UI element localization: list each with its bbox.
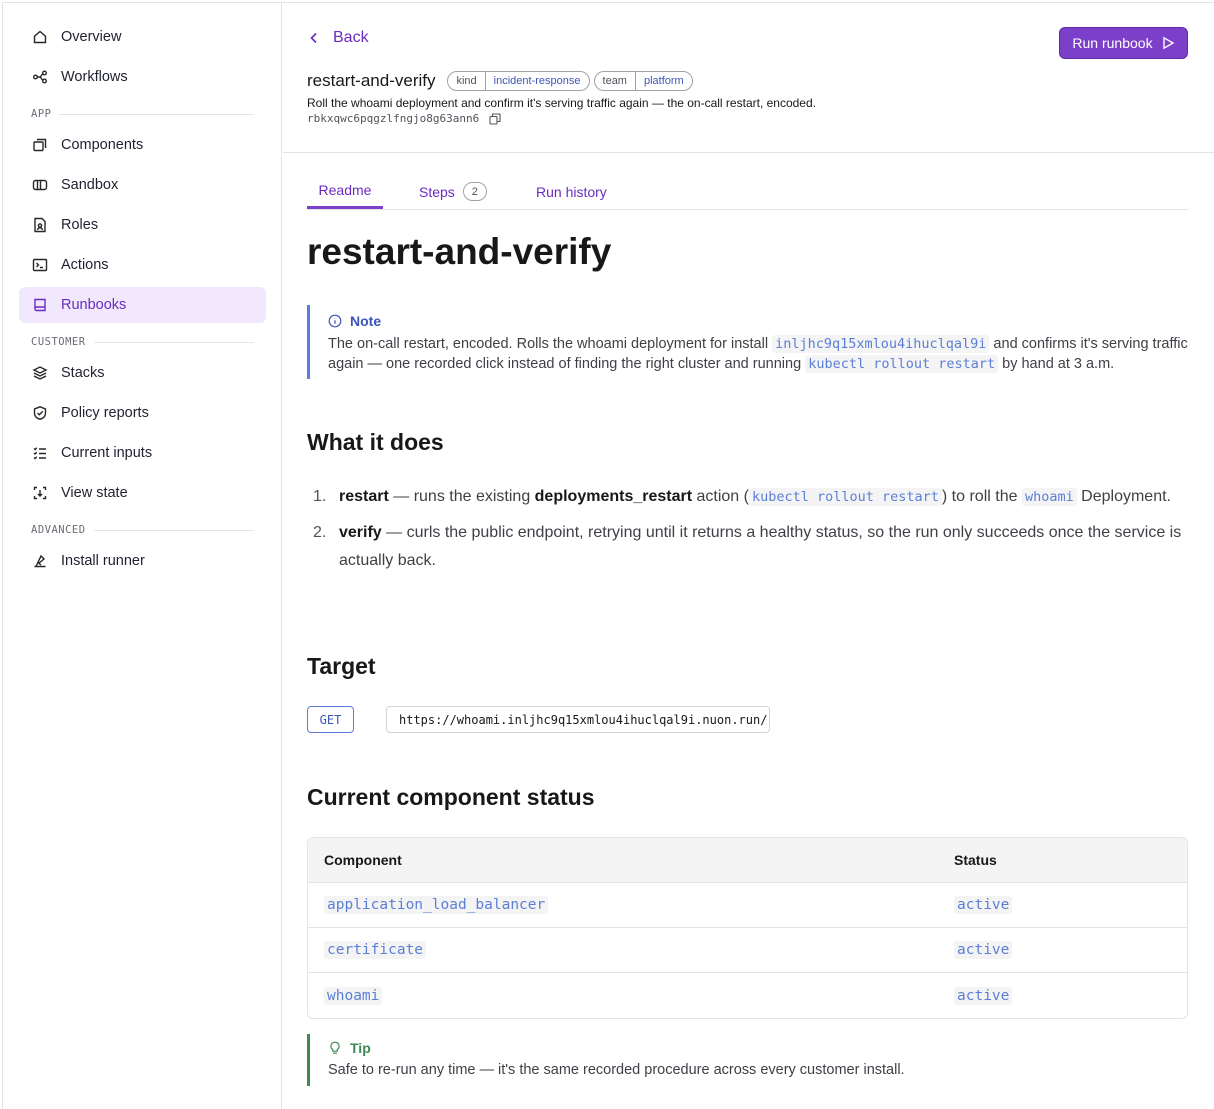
back-link[interactable]: Back (307, 29, 369, 47)
section-label-customer: CUSTOMER (31, 335, 254, 349)
readme-title: restart-and-verify (307, 231, 612, 272)
sandbox-icon (32, 177, 48, 193)
tab-readme[interactable]: Readme (307, 173, 383, 209)
target-url: https://whoami.inljhc9q15xmlou4ihuclqal9… (386, 706, 770, 733)
sidebar-item-label: Current inputs (61, 445, 153, 461)
sidebar-item-runbooks[interactable]: Runbooks (19, 287, 266, 323)
sidebar-item-current-inputs[interactable]: Current inputs (19, 435, 266, 471)
main-content: Back restart-and-verify kind incident-res… (283, 3, 1214, 1109)
section-label-app: APP (31, 107, 254, 121)
sidebar-item-label: Workflows (61, 69, 128, 85)
sidebar-item-stacks[interactable]: Stacks (19, 355, 266, 391)
table-row: application_load_balancer active (308, 883, 1187, 928)
sidebar-item-actions[interactable]: Actions (19, 247, 266, 283)
sidebar-item-label: Actions (61, 257, 109, 273)
note-callout: Note The on-call restart, encoded. Rolls… (307, 305, 1188, 379)
sidebar-item-label: Runbooks (61, 297, 127, 313)
shield-check-icon (32, 405, 48, 421)
status-value: active (954, 896, 1013, 914)
tab-run-history[interactable]: Run history (536, 173, 607, 210)
book-icon (32, 297, 48, 313)
terminal-icon (32, 257, 48, 273)
sidebar: Overview Workflows APP Components Sandbo… (3, 3, 282, 1109)
tab-bar: Readme Steps 2 Run history (307, 173, 1188, 210)
tag-team: team platform (593, 71, 693, 91)
steps-count-badge: 2 (462, 182, 487, 201)
lightbulb-icon (330, 1041, 340, 1054)
runbook-description: Roll the whoami deployment and confirm i… (307, 96, 816, 110)
note-text: The on-call restart, encoded. Rolls the … (328, 335, 1188, 373)
sidebar-item-label: Roles (61, 217, 99, 233)
runner-icon (32, 553, 48, 569)
sidebar-item-sandbox[interactable]: Sandbox (19, 167, 266, 203)
install-id-code: inljhc9q15xmlou4ihuclqal9i (772, 335, 990, 353)
sidebar-item-policy-reports[interactable]: Policy reports (19, 395, 266, 431)
sidebar-item-workflows[interactable]: Workflows (19, 59, 266, 95)
note-label: Note (350, 313, 382, 329)
component-name: certificate (324, 941, 427, 959)
copy-icon[interactable] (489, 112, 501, 125)
status-value: active (954, 986, 1013, 1005)
back-label: Back (333, 29, 369, 46)
target-code: whoami (1021, 488, 1077, 506)
chevron-left-icon (310, 32, 317, 44)
run-runbook-button[interactable]: Run runbook (1059, 27, 1188, 59)
workflow-icon (32, 69, 48, 85)
sidebar-item-label: Install runner (61, 553, 145, 569)
tab-steps[interactable]: Steps 2 (419, 173, 487, 210)
sidebar-item-install-runner[interactable]: Install runner (19, 543, 266, 579)
runbook-header: Back restart-and-verify kind incident-res… (283, 3, 1214, 153)
sidebar-item-view-state[interactable]: View state (19, 475, 266, 511)
play-icon (1162, 36, 1174, 50)
tip-text: Safe to re-run any time — it's the same … (328, 1062, 905, 1078)
section-label-advanced: ADVANCED (31, 523, 254, 537)
command-code: kubectl rollout restart (748, 488, 942, 506)
steps-list: 1. restart — runs the existing deploymen… (313, 483, 1193, 583)
component-status-table: Component Status application_load_balanc… (307, 837, 1188, 1019)
sidebar-item-roles[interactable]: Roles (19, 207, 266, 243)
table-header: Component Status (308, 838, 1187, 883)
sidebar-item-label: Sandbox (61, 177, 119, 193)
runbook-title: restart-and-verify (307, 71, 436, 90)
list-check-icon (32, 445, 48, 461)
title-row: restart-and-verify kind incident-response… (307, 71, 697, 91)
table-row: whoami active (308, 973, 1187, 1018)
tip-label: Tip (350, 1040, 371, 1056)
command-code: kubectl rollout restart (805, 355, 999, 373)
component-status-heading: Current component status (307, 784, 595, 810)
component-name: whoami (324, 986, 383, 1005)
home-icon (32, 29, 48, 45)
http-method-badge: GET (307, 706, 354, 733)
info-icon (328, 314, 342, 328)
tip-callout: Tip Safe to re-run any time — it's the s… (307, 1034, 1188, 1086)
sidebar-item-label: Policy reports (61, 405, 149, 421)
status-value: active (954, 941, 1013, 959)
table-row: certificate active (308, 928, 1187, 973)
list-item: 2. verify — curls the public endpoint, r… (313, 524, 1182, 569)
target-heading: Target (307, 653, 376, 679)
layers-icon (32, 365, 48, 381)
state-icon (32, 485, 48, 501)
roles-icon (32, 217, 48, 233)
runbook-id: rbkxqwc6pqgzlfngjo8g63ann6 (307, 112, 501, 125)
sidebar-item-components[interactable]: Components (19, 127, 266, 163)
what-it-does-heading: What it does (307, 429, 444, 455)
sidebar-item-overview[interactable]: Overview (19, 19, 266, 55)
components-icon (32, 137, 48, 153)
sidebar-item-label: View state (61, 485, 128, 501)
list-item: 1. restart — runs the existing deploymen… (313, 488, 1171, 506)
sidebar-item-label: Overview (61, 29, 122, 45)
tag-kind: kind incident-response (447, 71, 590, 91)
sidebar-item-label: Stacks (61, 365, 105, 381)
sidebar-item-label: Components (61, 137, 144, 153)
component-name: application_load_balancer (324, 896, 549, 914)
